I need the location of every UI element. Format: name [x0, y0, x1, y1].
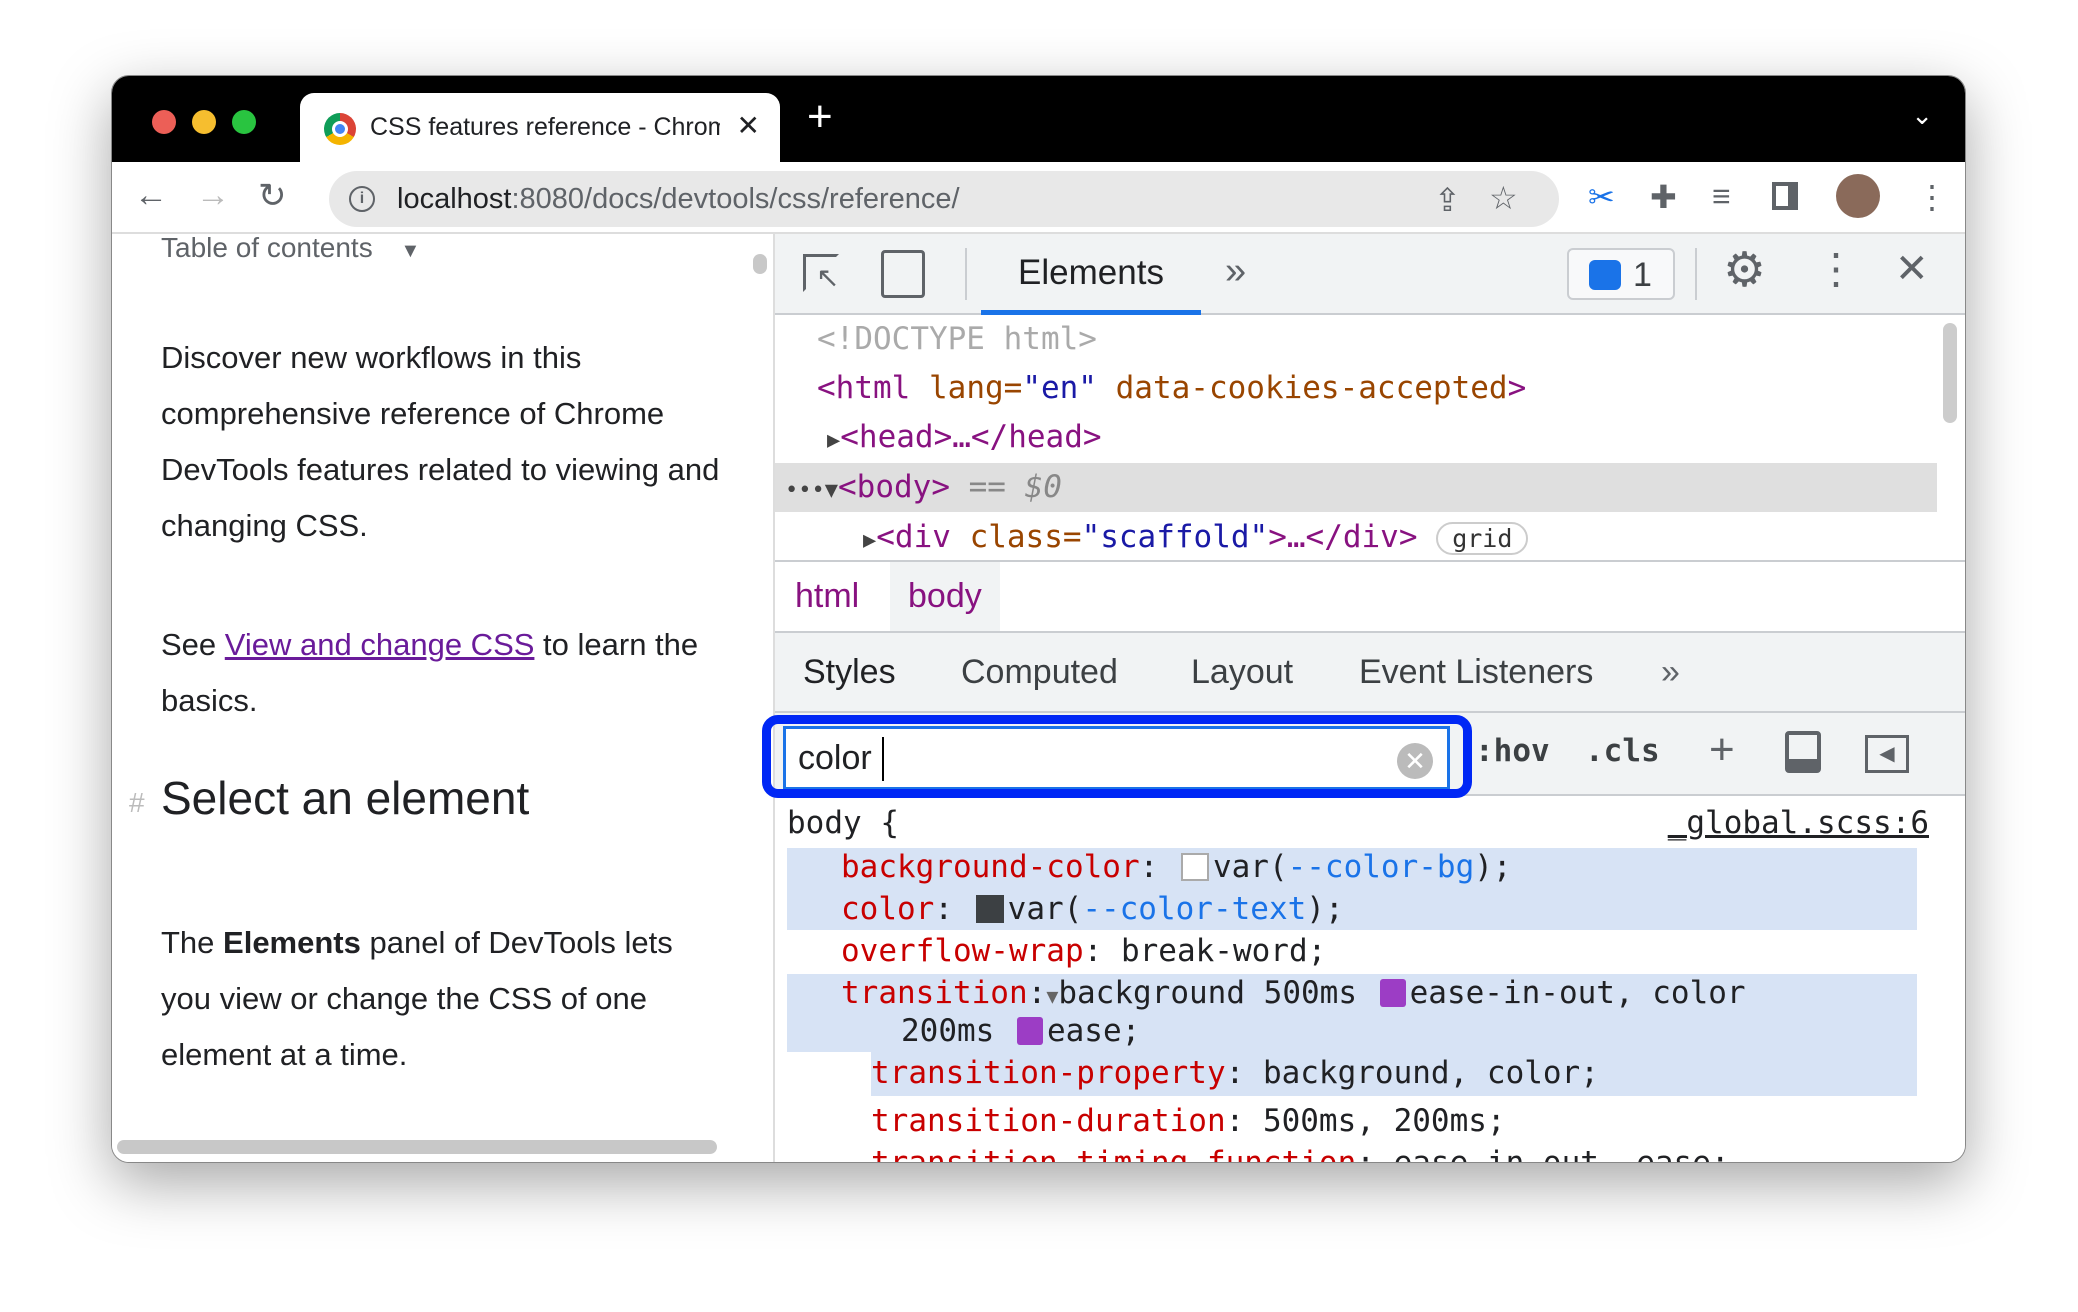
- body-node[interactable]: •••▼<body> == $0: [775, 463, 1937, 512]
- issues-button[interactable]: 1: [1567, 248, 1675, 300]
- see-paragraph: See View and change CSS to learn the bas…: [161, 627, 699, 718]
- styles-tabs: Styles Computed Layout Event Listeners »: [775, 633, 1965, 713]
- message-icon: [1589, 260, 1621, 290]
- tab-layout[interactable]: Layout: [1191, 653, 1293, 692]
- more-tabs-icon[interactable]: »: [1225, 250, 1246, 293]
- declaration-background-color[interactable]: background-color: var(--color-bg);: [841, 846, 1512, 888]
- declaration-transition-duration[interactable]: transition-duration: 500ms, 200ms;: [871, 1100, 1506, 1142]
- bookmark-star-icon[interactable]: ☆: [1489, 179, 1518, 217]
- rule-source-link[interactable]: _global.scss:6: [1668, 802, 1929, 844]
- color-swatch-bg[interactable]: [1180, 853, 1209, 881]
- toggle-sidebar-icon[interactable]: ◀: [1865, 735, 1909, 773]
- toc-label: Table of contents: [161, 232, 373, 263]
- close-window-button[interactable]: [152, 110, 176, 134]
- issues-count: 1: [1633, 256, 1652, 294]
- vertical-scrollbar[interactable]: [753, 254, 767, 274]
- back-icon[interactable]: ←: [134, 176, 168, 215]
- profile-avatar[interactable]: [1836, 174, 1880, 218]
- declaration-transition[interactable]: transition:▼background 500ms ease-in-out…: [841, 972, 1746, 1014]
- cls-button[interactable]: .cls: [1585, 733, 1660, 769]
- paint-brush-icon[interactable]: [1785, 731, 1821, 773]
- url-host: localhost: [397, 183, 512, 215]
- browser-tab[interactable]: CSS features reference - Chrome DevTools…: [300, 93, 780, 162]
- close-devtools-icon[interactable]: ✕: [1895, 246, 1929, 292]
- caret-down-icon: ▼: [400, 240, 421, 262]
- maximize-window-button[interactable]: [232, 110, 256, 134]
- hov-button[interactable]: :hov: [1475, 733, 1550, 769]
- info-icon[interactable]: i: [349, 186, 375, 212]
- highlight-outline: [762, 715, 1472, 798]
- media-queue-icon[interactable]: ≡: [1712, 178, 1731, 215]
- intro-paragraph: Discover new workflows in this comprehen…: [161, 340, 720, 543]
- tab-computed[interactable]: Computed: [961, 653, 1118, 692]
- tab-strip: CSS features reference - Chrome DevTools…: [112, 76, 1965, 162]
- scissors-icon[interactable]: ✂: [1588, 178, 1615, 216]
- devtools-toolbar: ↖ Elements » 1 ⚙ ⋮ ✕: [775, 234, 1965, 315]
- easing-editor-icon[interactable]: [1379, 979, 1406, 1007]
- extensions-puzzle-icon[interactable]: ✚: [1650, 178, 1677, 216]
- styles-filter-bar: color ✕ :hov .cls + ◀: [762, 713, 1965, 798]
- doctype-node[interactable]: <!DOCTYPE html>: [775, 315, 1937, 364]
- expand-shorthand-icon[interactable]: ▼: [1046, 984, 1058, 1008]
- more-options-icon[interactable]: ⋮: [1815, 244, 1857, 293]
- expand-triangle-icon: ▶: [827, 428, 841, 453]
- color-swatch-text[interactable]: [975, 895, 1004, 923]
- url-path: :8080/docs/devtools/css/reference/: [511, 183, 960, 215]
- tab-search-chevron-icon[interactable]: ⌄: [1911, 100, 1933, 131]
- chrome-icon: [324, 113, 356, 145]
- declaration-color[interactable]: color: var(--color-text);: [841, 888, 1344, 930]
- tab-event-listeners[interactable]: Event Listeners: [1359, 653, 1593, 692]
- address-bar[interactable]: i localhost:8080/docs/devtools/css/refer…: [329, 171, 1559, 227]
- devtools-panel: ↖ Elements » 1 ⚙ ⋮ ✕ <!DOCTYPE html> <ht…: [762, 234, 1965, 1162]
- side-panel-icon[interactable]: [1772, 182, 1798, 210]
- tab-elements[interactable]: Elements: [981, 234, 1201, 315]
- new-style-rule-icon[interactable]: +: [1709, 725, 1735, 775]
- section-heading: Select an element: [161, 772, 530, 824]
- tab-title: CSS features reference - Chrome DevTools: [370, 113, 720, 141]
- declaration-transition-cont: 200ms ease;: [901, 1013, 1141, 1049]
- inspect-element-icon[interactable]: ↖: [803, 254, 839, 293]
- grid-badge[interactable]: grid: [1436, 522, 1529, 555]
- div-scaffold-node[interactable]: ▶<div class="scaffold">…</div> grid: [775, 513, 1937, 560]
- browser-window: CSS features reference - Chrome DevTools…: [111, 75, 1966, 1163]
- more-style-tabs-icon[interactable]: »: [1661, 653, 1680, 692]
- close-tab-icon[interactable]: ✕: [737, 109, 760, 142]
- elements-paragraph: The Elements panel of DevTools lets you …: [161, 925, 673, 1072]
- declaration-overflow-wrap[interactable]: overflow-wrap: break-word;: [841, 930, 1326, 972]
- collapse-triangle-icon: ▼: [824, 478, 838, 503]
- dom-tree: <!DOCTYPE html> <html lang="en" data-coo…: [775, 315, 1965, 560]
- breadcrumb-body[interactable]: body: [890, 562, 1000, 631]
- expand-triangle-icon: ▶: [863, 528, 877, 553]
- rule-selector[interactable]: body {: [787, 802, 899, 844]
- declaration-transition-timing-function[interactable]: transition-timing-function: ease-in-out,…: [871, 1142, 1730, 1162]
- share-icon[interactable]: ⇪: [1434, 181, 1461, 219]
- new-tab-button[interactable]: +: [807, 92, 833, 142]
- horizontal-scrollbar[interactable]: [117, 1140, 717, 1154]
- heading-anchor[interactable]: #: [129, 787, 145, 819]
- web-page: Table of contents ▼ Discover new workflo…: [112, 232, 775, 1162]
- settings-gear-icon[interactable]: ⚙: [1723, 242, 1766, 298]
- declaration-transition-property[interactable]: transition-property: background, color;: [871, 1052, 1599, 1094]
- styles-pane: body { _global.scss:6 background-color: …: [775, 796, 1965, 1162]
- html-node[interactable]: <html lang="en" data-cookies-accepted>: [775, 364, 1937, 413]
- head-node[interactable]: ▶<head>…</head>: [775, 413, 1937, 462]
- dom-scrollbar[interactable]: [1943, 323, 1957, 423]
- chrome-menu-icon[interactable]: ⋮: [1916, 178, 1948, 216]
- view-and-change-css-link[interactable]: View and change CSS: [225, 627, 535, 662]
- easing-editor-icon[interactable]: [1016, 1017, 1043, 1045]
- breadcrumb-html[interactable]: html: [777, 562, 877, 631]
- forward-icon[interactable]: →: [196, 176, 230, 215]
- tab-styles[interactable]: Styles: [803, 653, 896, 692]
- breadcrumb: html body: [775, 560, 1965, 633]
- reload-icon[interactable]: ↻: [258, 176, 287, 216]
- minimize-window-button[interactable]: [192, 110, 216, 134]
- table-of-contents-toggle[interactable]: Table of contents ▼: [161, 220, 721, 279]
- device-toolbar-icon[interactable]: [881, 250, 925, 298]
